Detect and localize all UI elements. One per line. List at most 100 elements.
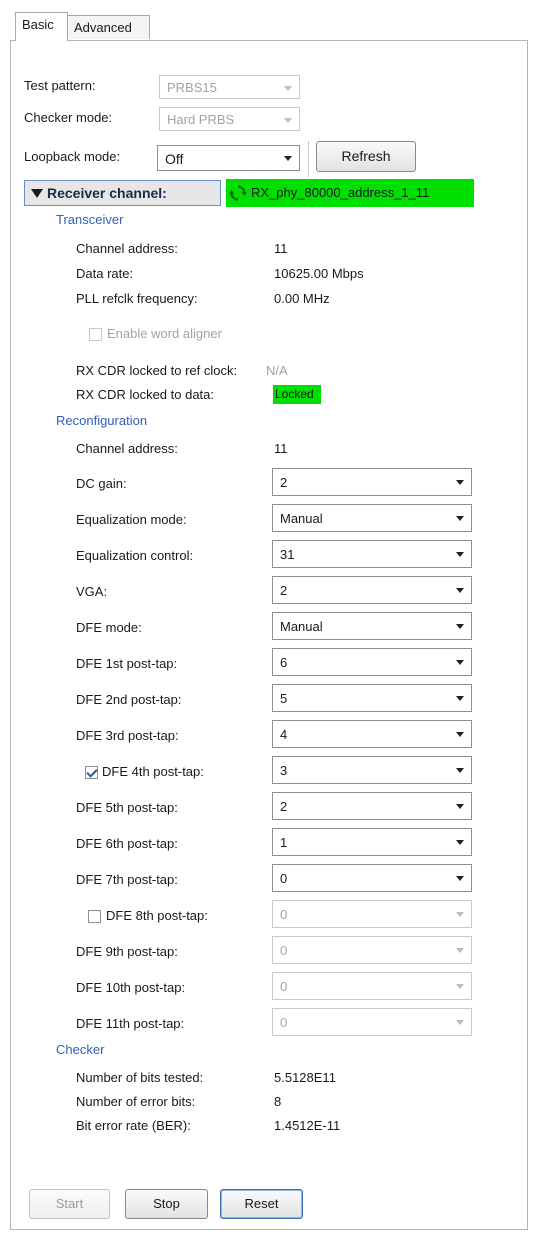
chevron-down-icon: [284, 156, 292, 161]
dfe-10th-label: DFE 10th post-tap:: [76, 980, 186, 995]
dfe-8th-checkbox[interactable]: [88, 910, 101, 923]
word-aligner-label: Enable word aligner: [107, 326, 222, 341]
collapse-triangle-icon: [31, 189, 43, 198]
dfe-6th-select[interactable]: 1: [272, 828, 472, 856]
error-bits-value: 8: [274, 1094, 282, 1109]
ber-label: Bit error rate (BER):: [76, 1118, 191, 1133]
chevron-down-icon: [456, 480, 464, 485]
dfe-11th-value: 0: [280, 1015, 288, 1030]
cdr-data-label: RX CDR locked to data:: [76, 387, 215, 402]
checker-mode-value: Hard PRBS: [167, 112, 235, 127]
receiver-channel-label: Receiver channel:: [47, 185, 167, 201]
equalization-mode-label: Equalization mode:: [76, 512, 187, 527]
channel-address-label: Channel address:: [76, 241, 178, 256]
dfe-2nd-value: 5: [280, 691, 288, 706]
dfe-mode-label: DFE mode:: [76, 620, 142, 635]
vga-label: VGA:: [76, 584, 108, 599]
tab-basic[interactable]: Basic: [15, 12, 68, 41]
chevron-down-icon: [456, 768, 464, 773]
reset-button[interactable]: Reset: [220, 1189, 303, 1219]
vga-select[interactable]: 2: [272, 576, 472, 604]
dfe-3rd-select[interactable]: 4: [272, 720, 472, 748]
dfe-8th-select[interactable]: 0: [272, 900, 472, 928]
reconfig-channel-address-label: Channel address:: [76, 441, 178, 456]
separator: [308, 141, 309, 177]
chevron-down-icon: [284, 118, 292, 123]
dfe-11th-label: DFE 11th post-tap:: [76, 1016, 185, 1031]
equalization-control-select[interactable]: 31: [272, 540, 472, 568]
channel-address-value: 11: [274, 241, 288, 256]
dfe-9th-label: DFE 9th post-tap:: [76, 944, 178, 959]
transceiver-section-title: Transceiver: [56, 212, 124, 227]
data-rate-value: 10625.00 Mbps: [274, 266, 364, 281]
cdr-data-value: Locked: [275, 387, 314, 401]
dfe-2nd-label: DFE 2nd post-tap:: [76, 692, 182, 707]
chevron-down-icon: [456, 732, 464, 737]
pll-refclk-label: PLL refclk frequency:: [76, 291, 198, 306]
loopback-mode-select[interactable]: Off: [157, 145, 300, 171]
error-bits-label: Number of error bits:: [76, 1094, 196, 1109]
dfe-5th-label: DFE 5th post-tap:: [76, 800, 178, 815]
chevron-down-icon: [456, 840, 464, 845]
dfe-8th-value: 0: [280, 907, 288, 922]
word-aligner-checkbox[interactable]: [89, 328, 102, 341]
pll-refclk-value: 0.00 MHz: [274, 291, 330, 306]
dfe-10th-select[interactable]: 0: [272, 972, 472, 1000]
dfe-2nd-select[interactable]: 5: [272, 684, 472, 712]
dfe-10th-value: 0: [280, 979, 288, 994]
refresh-button[interactable]: Refresh: [316, 141, 416, 172]
dfe-5th-value: 2: [280, 799, 288, 814]
chevron-down-icon: [456, 696, 464, 701]
receiver-channel-box: RX_phy_80000_address_1_11: [226, 179, 474, 207]
dfe-7th-select[interactable]: 0: [272, 864, 472, 892]
receiver-channel-header[interactable]: Receiver channel:: [24, 180, 221, 206]
dfe-5th-select[interactable]: 2: [272, 792, 472, 820]
refresh-cycle-icon: [229, 184, 247, 205]
dfe-9th-value: 0: [280, 943, 288, 958]
equalization-mode-value: Manual: [280, 511, 323, 526]
dfe-7th-value: 0: [280, 871, 288, 886]
reconfig-channel-address-value: 11: [274, 441, 288, 456]
cdr-ref-label: RX CDR locked to ref clock:: [76, 363, 238, 378]
dfe-4th-value: 3: [280, 763, 288, 778]
ber-value: 1.4512E-11: [274, 1118, 341, 1133]
receiver-channel-name: RX_phy_80000_address_1_11: [251, 185, 430, 200]
start-button[interactable]: Start: [29, 1189, 110, 1219]
tab-advanced[interactable]: Advanced: [67, 15, 150, 39]
dfe-3rd-label: DFE 3rd post-tap:: [76, 728, 179, 743]
data-rate-label: Data rate:: [76, 266, 134, 281]
test-pattern-select[interactable]: PRBS15: [159, 75, 300, 99]
chevron-down-icon: [456, 660, 464, 665]
checker-mode-label: Checker mode:: [24, 110, 113, 125]
chevron-down-icon: [456, 948, 464, 953]
dfe-11th-select[interactable]: 0: [272, 1008, 472, 1036]
equalization-mode-select[interactable]: Manual: [272, 504, 472, 532]
tab-bar: Basic Advanced: [0, 0, 540, 41]
chevron-down-icon: [284, 86, 292, 91]
dc-gain-value: 2: [280, 475, 288, 490]
dfe-1st-value: 6: [280, 655, 288, 670]
chevron-down-icon: [456, 984, 464, 989]
vga-value: 2: [280, 583, 288, 598]
dfe-7th-label: DFE 7th post-tap:: [76, 872, 178, 887]
dfe-9th-select[interactable]: 0: [272, 936, 472, 964]
reconfiguration-section-title: Reconfiguration: [56, 413, 148, 428]
equalization-control-label: Equalization control:: [76, 548, 194, 563]
stop-button[interactable]: Stop: [125, 1189, 208, 1219]
dfe-4th-select[interactable]: 3: [272, 756, 472, 784]
dc-gain-label: DC gain:: [76, 476, 127, 491]
bits-tested-value: 5.5128E11: [274, 1070, 336, 1085]
bits-tested-label: Number of bits tested:: [76, 1070, 204, 1085]
dc-gain-select[interactable]: 2: [272, 468, 472, 496]
equalization-control-value: 31: [280, 547, 295, 562]
checker-mode-select[interactable]: Hard PRBS: [159, 107, 300, 131]
dfe-4th-checkbox[interactable]: [85, 766, 98, 779]
chevron-down-icon: [456, 516, 464, 521]
dfe-mode-select[interactable]: Manual: [272, 612, 472, 640]
loopback-mode-value: Off: [165, 151, 184, 167]
dfe-mode-value: Manual: [280, 619, 323, 634]
chevron-down-icon: [456, 624, 464, 629]
dfe-1st-select[interactable]: 6: [272, 648, 472, 676]
chevron-down-icon: [456, 912, 464, 917]
dfe-4th-label: DFE 4th post-tap:: [102, 764, 204, 779]
